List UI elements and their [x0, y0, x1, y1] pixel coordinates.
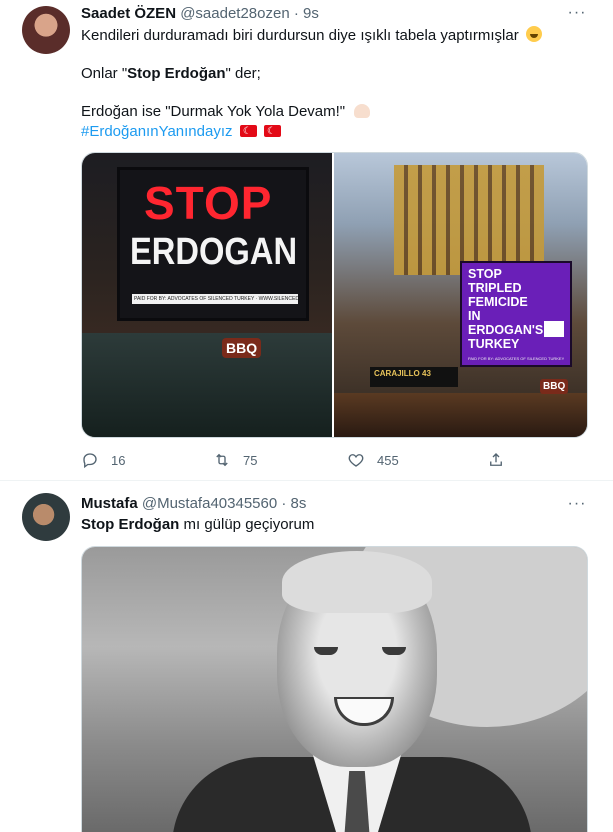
tweet-text: " der;: [225, 65, 261, 82]
billboard-text: STOP TRIPLED FEMICIDE IN ERDOGAN'S TURKE…: [468, 267, 544, 351]
billboard-logo: [544, 321, 564, 337]
retweet-icon: [216, 453, 228, 467]
tweet-text-line: #ErdoğanınYanındayız: [81, 122, 591, 142]
share-icon: [490, 453, 502, 466]
avatar[interactable]: [22, 6, 70, 54]
building: [394, 165, 544, 275]
reply-count: 16: [111, 452, 126, 468]
hair: [282, 551, 432, 613]
tweet-text: Onlar ": [81, 65, 128, 82]
shop-sign: CARAJILLO 43: [370, 367, 458, 387]
billboard: STOP ERDOGAN PAID FOR BY: ADVOCATES OF S…: [120, 170, 306, 318]
tweet-text-line: Kendileri durduramadı biri durdursun diy…: [81, 26, 591, 46]
author-handle[interactable]: @Mustafa40345560: [142, 495, 277, 512]
tweet-photo[interactable]: [82, 547, 587, 832]
tweet[interactable]: Saadet ÖZEN @saadet28ozen · 9s ··· Kendi…: [0, 0, 613, 481]
muscle-emoji-icon: [354, 104, 371, 118]
turkey-flag-icon: [263, 122, 281, 142]
share-button[interactable]: [487, 449, 505, 471]
shop-sign: BBQ: [540, 379, 569, 394]
billboard: STOP TRIPLED FEMICIDE IN ERDOGAN'S TURKE…: [460, 261, 572, 367]
avatar[interactable]: [22, 493, 70, 541]
building: [334, 393, 587, 437]
billboard-text: ERDOGAN: [130, 231, 298, 273]
tweet-media: [81, 546, 588, 832]
author-handle[interactable]: @saadet28ozen: [180, 5, 289, 22]
tweet-text: Kendileri durduramadı biri durdursun diy…: [81, 27, 519, 44]
tweet-text: mı gülüp geçiyorum: [179, 516, 315, 533]
building: [82, 333, 332, 437]
reply-icon: [83, 453, 97, 469]
tweet-header: Mustafa @Mustafa40345560 · 8s: [81, 494, 306, 514]
tweet-text-line: Onlar "Stop Erdoğan" der;: [81, 64, 591, 84]
tweet-time[interactable]: 8s: [291, 495, 307, 512]
separator: ·: [293, 5, 299, 22]
like-button[interactable]: 455: [347, 449, 399, 471]
tweet-header: Saadet ÖZEN @saadet28ozen · 9s: [81, 4, 319, 24]
shop-sign: BBQ: [222, 338, 262, 358]
separator: ·: [281, 495, 287, 512]
like-count: 455: [377, 452, 399, 468]
tweet-text-bold: Stop Erdoğan: [81, 516, 180, 533]
tweet-text: Erdoğan ise "Durmak Yok Yola Devam!": [81, 103, 346, 120]
tweet-time[interactable]: 9s: [303, 5, 319, 22]
hashtag-link[interactable]: #ErdoğanınYanındayız: [81, 123, 233, 140]
billboard-footer: PAID FOR BY: ADVOCATES OF SILENCED TURKE…: [468, 356, 564, 361]
author-name[interactable]: Saadet ÖZEN: [81, 5, 176, 22]
tweet-photo[interactable]: STOP ERDOGAN PAID FOR BY: ADVOCATES OF S…: [82, 153, 332, 437]
billboard-text: STOP: [144, 177, 273, 229]
tweet-text-line: Stop Erdoğan mı gülüp geçiyorum: [81, 515, 591, 535]
reply-button[interactable]: 16: [81, 449, 125, 471]
author-name[interactable]: Mustafa: [81, 495, 138, 512]
heart-icon: [348, 454, 364, 467]
tweet-photo[interactable]: STOP TRIPLED FEMICIDE IN ERDOGAN'S TURKE…: [334, 153, 587, 437]
tweet[interactable]: Mustafa @Mustafa40345560 · 8s ··· Stop E…: [0, 481, 613, 832]
laughing-emoji-icon: [525, 26, 542, 42]
tweet-text-bold: Stop Erdoğan: [127, 65, 226, 82]
more-icon[interactable]: ···: [567, 496, 587, 517]
turkey-flag-icon: [239, 122, 257, 142]
tweet-actions: 16 75 455: [81, 449, 511, 471]
retweet-count: 75: [243, 452, 258, 468]
tweet-media: STOP ERDOGAN PAID FOR BY: ADVOCATES OF S…: [81, 152, 588, 438]
billboard-footer: PAID FOR BY: ADVOCATES OF SILENCED TURKE…: [132, 294, 298, 304]
tweet-text-line: Erdoğan ise "Durmak Yok Yola Devam!": [81, 102, 591, 122]
more-icon[interactable]: ···: [567, 5, 587, 26]
retweet-button[interactable]: 75: [213, 449, 257, 471]
